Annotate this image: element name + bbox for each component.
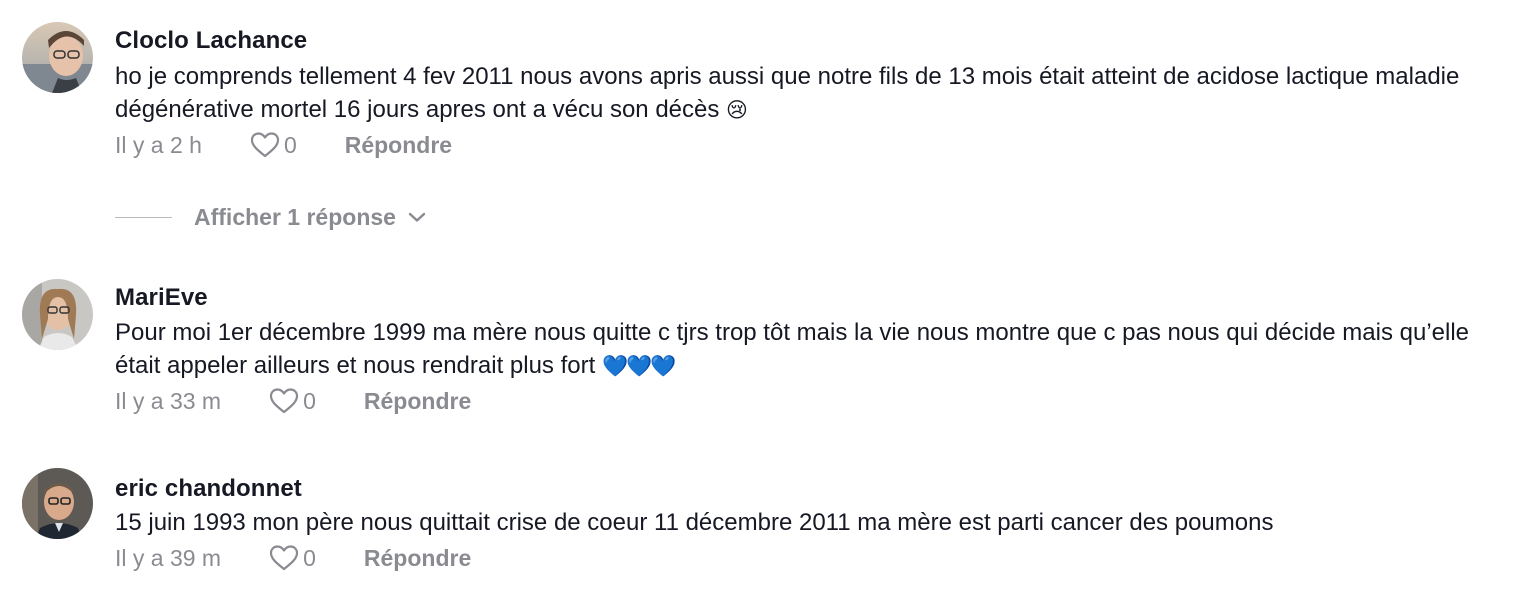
comment-author[interactable]: Cloclo Lachance <box>115 27 307 55</box>
comment-meta: Il y a 39 m 0 Répondre <box>115 541 471 575</box>
avatar[interactable] <box>22 22 93 93</box>
comment-item: Cloclo Lachance ho je comprends tellemen… <box>0 0 1518 240</box>
comment-timestamp: Il y a 39 m <box>115 544 222 571</box>
chevron-down-icon <box>408 211 426 223</box>
comment-timestamp: Il y a 2 h <box>115 131 202 158</box>
comment-text-content: Pour moi 1er décembre 1999 ma mère nous … <box>115 319 1470 379</box>
comment-author[interactable]: eric chandonnet <box>115 475 302 503</box>
like-button[interactable]: 0 <box>269 544 316 572</box>
heart-outline-icon <box>250 131 280 159</box>
heart-outline-icon <box>269 544 299 572</box>
comment-author[interactable]: MariEve <box>115 284 208 312</box>
comment-item: eric chandonnet 15 juin 1993 mon père no… <box>0 458 1518 598</box>
divider-line <box>115 216 172 218</box>
heart-outline-icon <box>269 387 299 415</box>
reply-button[interactable]: Répondre <box>364 388 471 415</box>
comment-meta: Il y a 2 h 0 Répondre <box>115 128 452 162</box>
like-count: 0 <box>283 131 297 158</box>
comment-timestamp: Il y a 33 m <box>115 387 222 414</box>
crying-face-emoji: 😢 <box>726 99 748 122</box>
comment-item: MariEve Pour moi 1er décembre 1999 ma mè… <box>0 270 1518 430</box>
like-button[interactable]: 0 <box>250 131 297 159</box>
like-count: 0 <box>303 544 316 571</box>
comment-text-content: ho je comprends tellement 4 fev 2011 nou… <box>115 63 1460 123</box>
reply-button[interactable]: Répondre <box>364 545 471 572</box>
comment-text-content: 15 juin 1993 mon père nous quittait cris… <box>115 509 1274 536</box>
comment-text: 15 juin 1993 mon père nous quittait cris… <box>115 506 1510 539</box>
like-button[interactable]: 0 <box>269 387 316 415</box>
view-replies-button[interactable]: Afficher 1 réponse <box>115 200 426 234</box>
comment-text: ho je comprends tellement 4 fev 2011 nou… <box>115 60 1510 127</box>
avatar[interactable] <box>22 468 93 539</box>
like-count: 0 <box>303 387 316 414</box>
blue-heart-emoji: 💙💙💙 <box>601 355 676 378</box>
comment-meta: Il y a 33 m 0 Répondre <box>115 384 471 418</box>
reply-button[interactable]: Répondre <box>345 132 452 159</box>
avatar[interactable] <box>22 279 93 350</box>
comment-text: Pour moi 1er décembre 1999 ma mère nous … <box>115 316 1510 383</box>
view-replies-label: Afficher 1 réponse <box>194 203 396 230</box>
